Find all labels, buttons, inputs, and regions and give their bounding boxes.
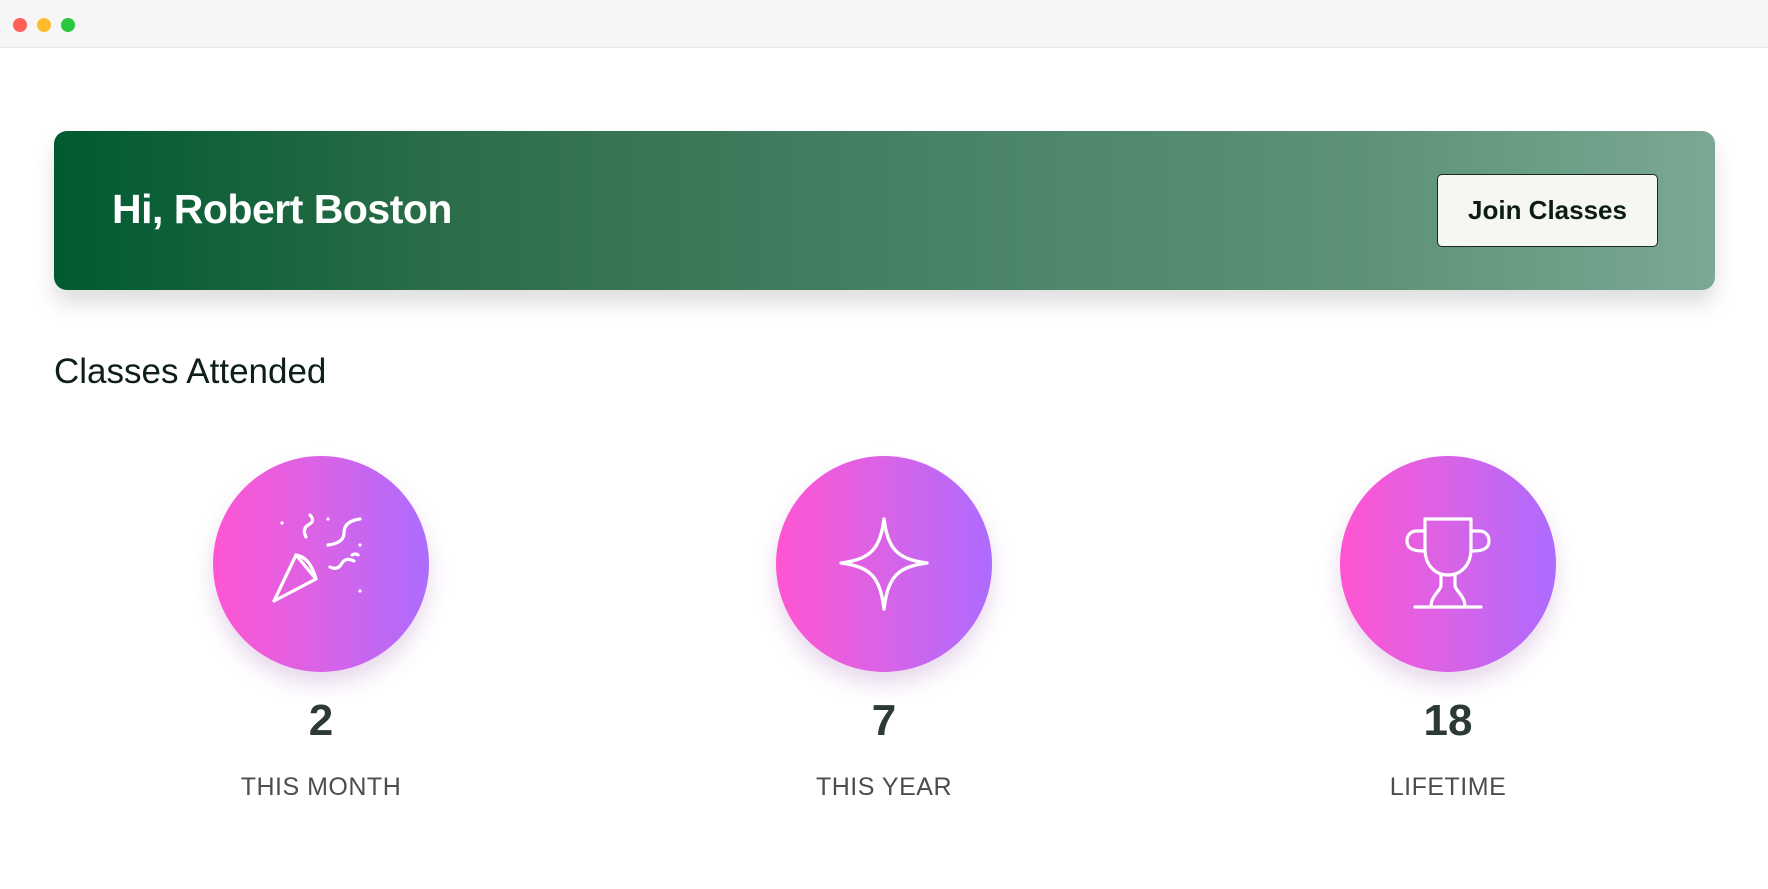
welcome-banner: Hi, Robert Boston Join Classes [54,131,1715,290]
sparkle-icon [839,517,929,611]
stat-label: LIFETIME [1389,773,1507,801]
close-window-button[interactable] [13,18,27,32]
maximize-window-button[interactable] [61,18,75,32]
stat-icon-circle [213,456,429,672]
stat-icon-circle [776,456,992,672]
stat-value: 18 [1423,696,1473,745]
stat-label: THIS YEAR [815,773,953,801]
party-popper-icon [272,513,362,603]
window-titlebar [0,0,1768,48]
stat-value: 7 [871,696,897,745]
stat-value: 2 [308,696,334,745]
greeting-text: Hi, Robert Boston [112,186,452,232]
stat-this-year: 7 THIS YEAR [734,456,1034,816]
stat-icon-circle [1340,456,1556,672]
stat-this-month: 2 THIS MONTH [171,456,471,816]
trophy-icon [1405,517,1491,609]
minimize-window-button[interactable] [37,18,51,32]
section-title: Classes Attended [54,352,327,391]
join-classes-button[interactable]: Join Classes [1437,174,1658,247]
stat-label: THIS MONTH [240,773,402,801]
stat-lifetime: 18 LIFETIME [1298,456,1598,816]
